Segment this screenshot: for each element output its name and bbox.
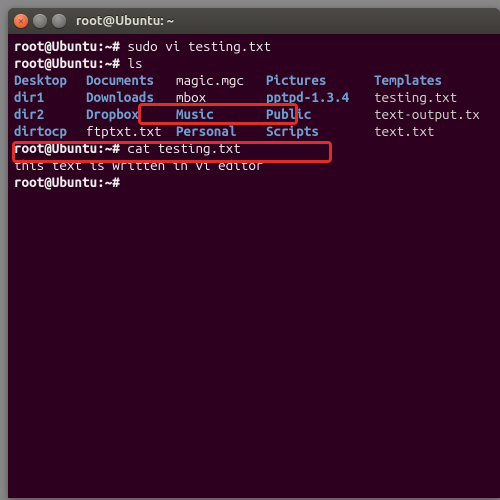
window-title: root@Ubuntu: ~ — [76, 14, 174, 28]
minimize-icon[interactable] — [33, 14, 47, 28]
ls-entry: ftptxt.txt — [86, 123, 176, 140]
ls-entry: pptpd-1.3.4 — [266, 89, 374, 106]
ls-entry: Scripts — [266, 123, 374, 140]
ls-entry: text.txt — [374, 123, 434, 139]
ls-entry: Downloads — [86, 89, 176, 106]
prompt: root@Ubuntu:~# — [14, 55, 120, 71]
titlebar[interactable]: ✕ root@Ubuntu: ~ — [8, 8, 500, 34]
ls-entry: testing.txt — [374, 89, 457, 105]
command-text: cat testing.txt — [127, 140, 240, 156]
prompt-line: root@Ubuntu:~# sudo vi testing.txt — [14, 38, 494, 55]
ls-entry: magic.mgc — [176, 72, 266, 89]
prompt-line: root@Ubuntu:~# cat testing.txt — [14, 140, 494, 157]
ls-row: dir2DropboxMusicPublictext-output.tx — [14, 106, 494, 123]
window-controls: ✕ — [14, 14, 66, 28]
ls-entry: Public — [266, 106, 374, 123]
ls-entry: Documents — [86, 72, 176, 89]
ls-entry: dir2 — [14, 106, 86, 123]
ls-entry: Dropbox — [86, 106, 176, 123]
prompt-line: root@Ubuntu:~# — [14, 174, 494, 191]
prompt: root@Ubuntu:~# — [14, 140, 120, 156]
terminal-body[interactable]: root@Ubuntu:~# sudo vi testing.txt root@… — [8, 34, 500, 195]
ls-row: dir1Downloadsmboxpptpd-1.3.4testing.txt — [14, 89, 494, 106]
prompt: root@Ubuntu:~# — [14, 38, 120, 54]
ls-row: DesktopDocumentsmagic.mgcPicturesTemplat… — [14, 72, 494, 89]
ls-row: dirtocpftptxt.txtPersonalScriptstext.txt — [14, 123, 494, 140]
prompt: root@Ubuntu:~# — [14, 174, 120, 190]
ls-entry: text-output.tx — [374, 106, 480, 122]
ls-entry: dirtocp — [14, 123, 86, 140]
ls-entry: Music — [176, 106, 266, 123]
terminal-window: ✕ root@Ubuntu: ~ root@Ubuntu:~# sudo vi … — [8, 8, 500, 498]
ls-entry: Personal — [176, 123, 266, 140]
maximize-icon[interactable] — [52, 14, 66, 28]
close-icon[interactable]: ✕ — [14, 14, 28, 28]
command-text: sudo vi testing.txt — [127, 38, 271, 54]
ls-entry: dir1 — [14, 89, 86, 106]
ls-entry: Templates — [374, 72, 442, 88]
ls-entry: mbox — [176, 89, 266, 106]
prompt-line: root@Ubuntu:~# ls — [14, 55, 494, 72]
ls-entry: Desktop — [14, 72, 86, 89]
ls-entry: Pictures — [266, 72, 374, 89]
command-text: ls — [127, 55, 142, 71]
output-line: this text is written in vi editor — [14, 157, 494, 174]
